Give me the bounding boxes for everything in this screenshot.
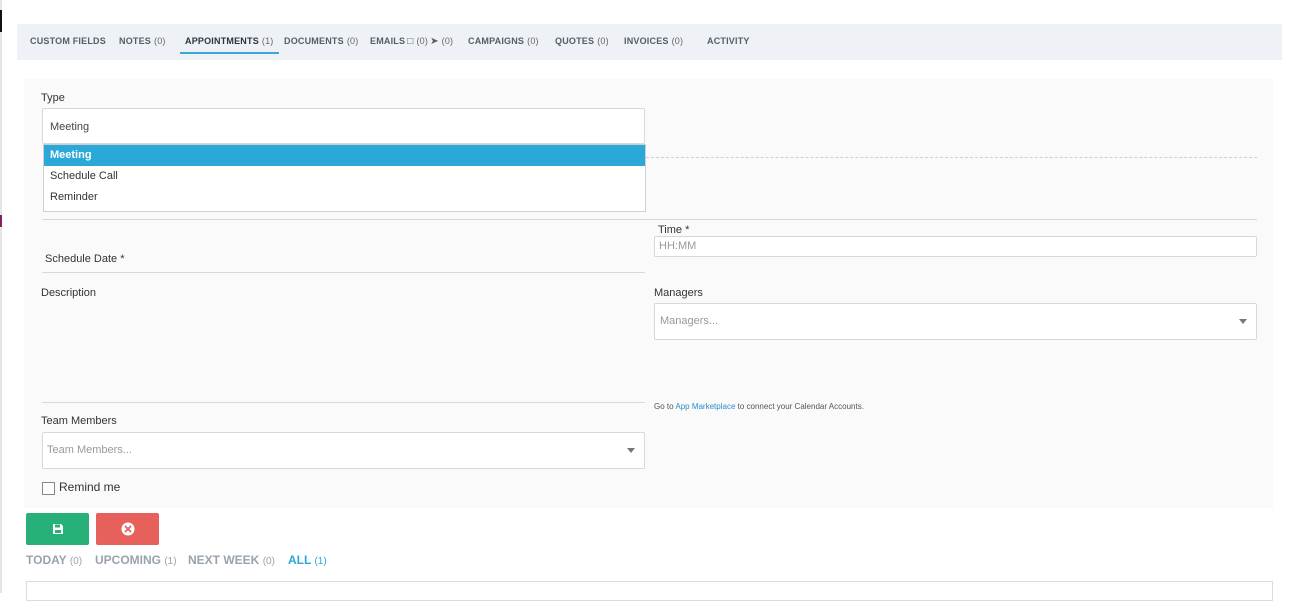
tab-activity[interactable]: ACTIVITY (707, 36, 750, 46)
tab-notes[interactable]: NOTES (0) (119, 36, 166, 46)
left-edge-strip (0, 0, 2, 593)
record-tab-bar: CUSTOM FIELDS NOTES (0) APPOINTMENTS (1) D… (17, 24, 1282, 60)
managers-select[interactable]: Managers... (654, 303, 1257, 340)
tab-emails[interactable]: EMAILS □ (0) ➤ (0) (370, 36, 453, 47)
type-option-schedule-call[interactable]: Schedule Call (44, 166, 645, 187)
filter-all[interactable]: ALL (1) (288, 553, 327, 567)
divider-dashed (646, 157, 1257, 158)
team-members-select[interactable]: Team Members... (42, 432, 645, 469)
type-option-reminder[interactable]: Reminder (44, 187, 645, 208)
save-button[interactable] (26, 513, 89, 545)
filter-today[interactable]: TODAY (0) (26, 553, 82, 567)
left-edge-dark-mark (0, 10, 2, 32)
type-select[interactable]: Meeting (42, 108, 645, 144)
description-label: Description (41, 287, 97, 299)
left-edge-accent-mark (0, 215, 2, 227)
divider-line (42, 219, 1257, 220)
tab-invoices[interactable]: INVOICES (0) (624, 36, 683, 46)
schedule-date-input-line[interactable] (42, 272, 645, 273)
tab-quotes[interactable]: QUOTES (0) (555, 36, 609, 46)
remind-me-label: Remind me (59, 480, 121, 494)
inbox-icon: □ (407, 36, 414, 47)
filter-next-week[interactable]: NEXT WEEK (0) (188, 553, 275, 567)
chevron-down-icon (1239, 318, 1247, 324)
tab-documents[interactable]: DOCUMENTS (0) (284, 36, 358, 46)
remind-me-checkbox[interactable] (42, 482, 55, 495)
tab-custom-fields[interactable]: CUSTOM FIELDS (30, 36, 106, 46)
type-dropdown-list: Meeting Schedule Call Reminder (43, 144, 646, 212)
schedule-date-label: Schedule Date * (45, 253, 125, 265)
tab-campaigns[interactable]: CAMPAIGNS (0) (468, 36, 539, 46)
save-icon (52, 524, 63, 534)
type-label: Type (41, 92, 65, 104)
tab-appointments[interactable]: APPOINTMENTS (1) (180, 36, 279, 54)
close-circle-icon (121, 522, 134, 536)
appointments-list (26, 581, 1273, 601)
filter-upcoming[interactable]: UPCOMING (1) (95, 553, 177, 567)
calendar-accounts-note: Go to App Marketplace to connect your Ca… (654, 402, 864, 411)
chevron-down-icon (627, 447, 635, 453)
managers-label: Managers (654, 287, 703, 299)
team-members-label: Team Members (41, 415, 117, 427)
time-input[interactable]: HH:MM (654, 236, 1257, 257)
app-marketplace-link[interactable]: App Marketplace (675, 402, 735, 411)
cancel-button[interactable] (96, 513, 159, 545)
send-icon: ➤ (430, 36, 439, 47)
time-label: Time * (658, 224, 690, 236)
type-option-meeting[interactable]: Meeting (44, 145, 645, 166)
description-textarea-line[interactable] (42, 402, 645, 403)
